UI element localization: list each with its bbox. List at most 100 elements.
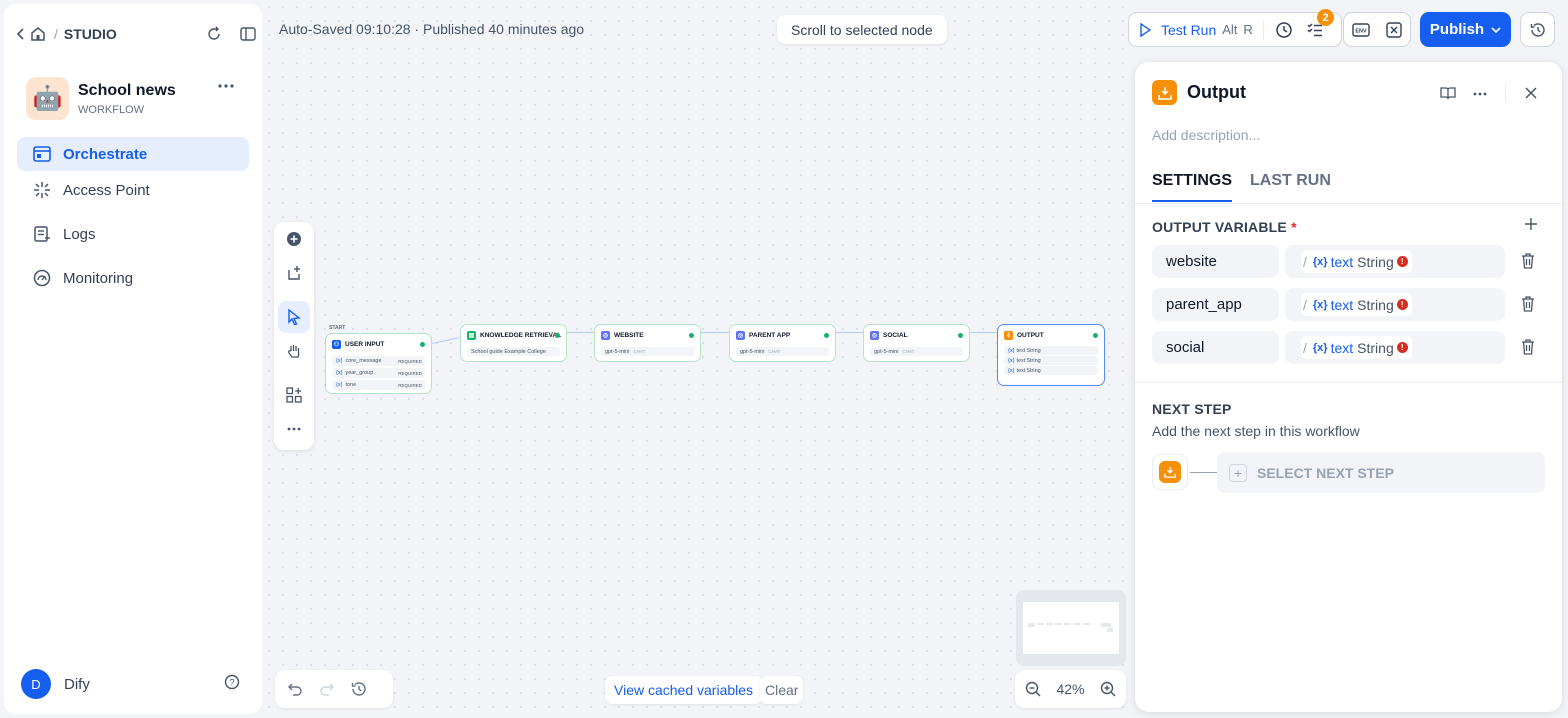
- trash-icon[interactable]: [1521, 253, 1535, 269]
- chevron-down-icon: [1491, 26, 1501, 33]
- variable-selector[interactable]: / {x} text String!: [1285, 245, 1505, 278]
- node-website[interactable]: ◎ WEBSITE gpt-5-mini CHAT: [594, 324, 701, 362]
- output-variable-row: parent_app / {x} text String!: [1152, 288, 1505, 321]
- node-title: USER INPUT: [345, 340, 385, 348]
- edge: [566, 332, 594, 333]
- node-title: WEBSITE: [614, 331, 644, 339]
- run-history-icon[interactable]: [1275, 21, 1293, 39]
- undo-icon[interactable]: [287, 682, 303, 696]
- hand-tool[interactable]: [278, 335, 310, 367]
- status-dot: [824, 333, 829, 338]
- shortcut-r: R: [1243, 22, 1253, 37]
- more-options-icon[interactable]: [1473, 92, 1487, 96]
- nav-orchestrate[interactable]: Orchestrate: [17, 137, 249, 171]
- node-title: PARENT APP: [749, 331, 791, 339]
- book-icon[interactable]: [1440, 86, 1456, 100]
- next-step-description: Add the next step in this workflow: [1152, 423, 1360, 439]
- home-icon[interactable]: [30, 26, 46, 42]
- edge: [700, 332, 729, 333]
- variable-type: String: [1357, 339, 1394, 356]
- play-icon[interactable]: [1139, 22, 1151, 37]
- test-run-button[interactable]: Test Run: [1161, 22, 1216, 38]
- variable-icon: {x}: [1312, 341, 1328, 354]
- output-var: text: [1016, 357, 1026, 364]
- variable-name-input[interactable]: website: [1152, 245, 1279, 278]
- node-parent-app[interactable]: ◎ PARENT APP gpt-5-mini CHAT: [729, 324, 836, 362]
- model-name: gpt-5-mini: [605, 348, 630, 355]
- more-options-icon[interactable]: [218, 84, 234, 88]
- add-variable-icon[interactable]: [1525, 218, 1537, 230]
- nav-logs[interactable]: Logs: [17, 217, 249, 251]
- variable-selector[interactable]: / {x} text String!: [1285, 331, 1505, 364]
- pointer-tool[interactable]: [278, 301, 310, 333]
- panel-tabs: SETTINGS LAST RUN: [1152, 172, 1331, 202]
- edge: [835, 332, 864, 333]
- model-mode: CHAT: [633, 349, 646, 354]
- scroll-to-selected-button[interactable]: Scroll to selected node: [777, 15, 947, 44]
- select-next-step-button[interactable]: + SELECT NEXT STEP: [1217, 452, 1545, 493]
- node-social[interactable]: ◎ SOCIAL gpt-5-mini CHAT: [863, 324, 970, 362]
- status-dot: [689, 333, 694, 338]
- clear-button[interactable]: Clear: [760, 676, 804, 704]
- status-dot: [555, 333, 560, 338]
- description-input[interactable]: Add description...: [1152, 127, 1260, 143]
- breadcrumb-studio[interactable]: STUDIO: [64, 26, 117, 42]
- svg-text:ENV: ENV: [1355, 28, 1367, 34]
- monitoring-icon: [33, 269, 51, 287]
- tab-last-run[interactable]: LAST RUN: [1250, 172, 1331, 202]
- close-icon[interactable]: [1525, 87, 1537, 99]
- zoom-controls: 42%: [1015, 670, 1126, 708]
- back-icon[interactable]: [16, 27, 26, 41]
- publish-label: Publish: [1429, 21, 1485, 38]
- env-icon[interactable]: ENV: [1352, 22, 1370, 38]
- required-tag: REQUIRED: [398, 358, 422, 364]
- node-output[interactable]: ⇩ OUTPUT {x} text String {x} text String {x} t…: [997, 324, 1105, 386]
- output-variable-row: website / {x} text String!: [1152, 245, 1505, 278]
- divider: [1505, 84, 1506, 102]
- user-name: Dify: [64, 675, 90, 693]
- app-card[interactable]: 🤖 School news WORKFLOW: [26, 77, 176, 120]
- logs-icon: [34, 226, 50, 242]
- connector-line: [1190, 472, 1217, 473]
- node-knowledge-retrieval[interactable]: ▤ KNOWLEDGE RETRIEVAL School guide Exampl…: [460, 324, 567, 362]
- canvas-toolbar: [274, 222, 314, 450]
- zoom-in-icon[interactable]: [1100, 681, 1116, 697]
- add-node-tool[interactable]: [278, 223, 310, 255]
- sidebar-toggle-icon[interactable]: [240, 27, 256, 41]
- nav-access-point[interactable]: Access Point: [17, 173, 249, 207]
- output-variable-row: social / {x} text String!: [1152, 331, 1505, 364]
- node-user-input[interactable]: ⚇ USER INPUT {x} core_message REQUIRED {x} y…: [325, 333, 432, 394]
- organize-tool[interactable]: [278, 379, 310, 411]
- trash-icon[interactable]: [1521, 296, 1535, 312]
- trash-icon[interactable]: [1521, 339, 1535, 355]
- node-title: KNOWLEDGE RETRIEVAL: [480, 331, 562, 339]
- zoom-out-icon[interactable]: [1025, 681, 1041, 697]
- redo-icon[interactable]: [319, 682, 335, 696]
- version-history-icon[interactable]: [351, 681, 367, 697]
- publish-button[interactable]: Publish: [1420, 12, 1511, 47]
- tab-settings[interactable]: SETTINGS: [1152, 172, 1233, 202]
- zoom-level[interactable]: 42%: [1056, 681, 1084, 697]
- error-icon: !: [1396, 342, 1408, 353]
- user-account[interactable]: D Dify: [21, 669, 90, 699]
- version-history-button[interactable]: [1520, 12, 1555, 47]
- variable-selector[interactable]: / {x} text String!: [1285, 288, 1505, 321]
- help-icon[interactable]: ?: [224, 674, 240, 690]
- nav-monitoring[interactable]: Monitoring: [17, 261, 249, 295]
- access-point-icon: [34, 182, 50, 198]
- add-note-tool[interactable]: [278, 257, 310, 289]
- output-icon: ⇩: [1004, 330, 1013, 340]
- variable-name-input[interactable]: parent_app: [1152, 288, 1279, 321]
- view-cached-variables-button[interactable]: View cached variables: [605, 676, 763, 704]
- app-type: WORKFLOW: [78, 103, 144, 116]
- more-tools[interactable]: [278, 413, 310, 445]
- variable-ref: text: [1330, 253, 1354, 270]
- variable-name-input[interactable]: social: [1152, 331, 1279, 364]
- variable-icon[interactable]: [1386, 21, 1402, 38]
- panel-title[interactable]: Output: [1187, 82, 1246, 103]
- nav-orchestrate-label: Orchestrate: [63, 145, 148, 163]
- minimap[interactable]: [1016, 590, 1126, 666]
- refresh-icon[interactable]: [206, 26, 222, 42]
- var-name: year_group: [345, 370, 374, 376]
- autosave-status: Auto-Saved 09:10:28 · Published 40 minut…: [279, 21, 585, 37]
